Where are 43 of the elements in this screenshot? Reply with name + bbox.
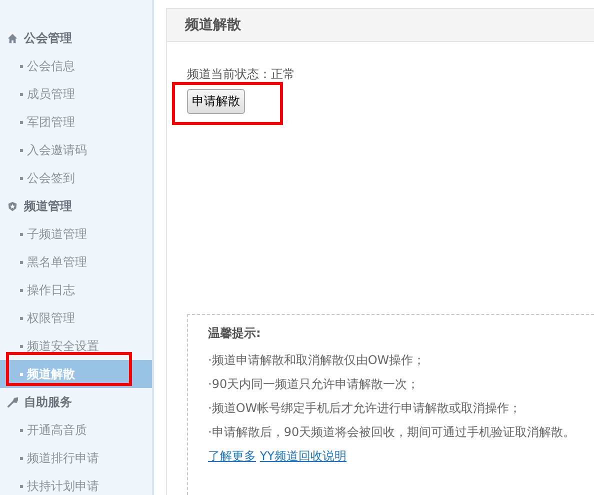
status-text: 频道当前状态：正常 (187, 66, 296, 83)
sidebar-item[interactable]: 频道排行申请 (0, 444, 152, 472)
star-badge-icon (7, 200, 18, 212)
bullet-icon (20, 484, 23, 488)
tip-text: ·90天内同一频道只允许申请解散一次； (208, 376, 420, 393)
sidebar-item[interactable]: 子频道管理 (0, 220, 152, 248)
sidebar-item[interactable]: 公会信息 (0, 52, 152, 80)
sidebar-item[interactable]: 操作日志 (0, 276, 152, 304)
bullet-icon (20, 456, 23, 460)
group-title[interactable]: 频道管理 (24, 198, 72, 214)
bullet-icon (20, 92, 23, 96)
bullet-icon (20, 120, 23, 124)
bullet-icon (20, 316, 23, 320)
wrench-icon (7, 396, 18, 408)
sidebar-item[interactable]: 入会邀请码 (0, 136, 152, 164)
bullet-icon (20, 428, 23, 432)
group-title[interactable]: 自助服务 (24, 394, 72, 410)
home-icon (7, 32, 18, 44)
panel-title: 频道解散 (185, 16, 241, 34)
tip-text: ·频道OW帐号绑定手机后才允许进行申请解散或取消操作； (208, 400, 522, 417)
tip-text: ·频道申请解散和取消解散仅由OW操作； (208, 352, 426, 369)
sidebar-item[interactable]: 成员管理 (0, 80, 152, 108)
bullet-icon (20, 260, 23, 264)
bullet-icon (20, 372, 23, 376)
bullet-icon (20, 288, 23, 292)
tips-title: 温馨提示: (208, 325, 262, 342)
sidebar-item[interactable]: 频道安全设置 (0, 332, 152, 360)
bullet-icon (20, 176, 23, 180)
bullet-icon (20, 232, 23, 236)
bullet-icon (20, 64, 23, 68)
bullet-icon (20, 148, 23, 152)
group-title[interactable]: 公会管理 (24, 30, 72, 46)
learn-more-link[interactable]: 了解更多 (208, 449, 256, 463)
apply-button[interactable]: 申请解散 (187, 89, 245, 114)
tip-text: ·申请解散后，90天频道将会被回收，期间可通过手机验证取消解散。 (208, 424, 576, 441)
sidebar-item[interactable]: 军团管理 (0, 108, 152, 136)
sidebar-item[interactable]: 开通高音质 (0, 416, 152, 444)
bullet-icon (20, 344, 23, 348)
sidebar-item[interactable]: 黑名单管理 (0, 248, 152, 276)
sidebar-item[interactable]: 权限管理 (0, 304, 152, 332)
recycle-info-link[interactable]: YY频道回收说明 (260, 449, 346, 463)
sidebar-item[interactable]: 扶持计划申请 (0, 472, 152, 495)
sidebar-item[interactable]: 公会签到 (0, 164, 152, 192)
